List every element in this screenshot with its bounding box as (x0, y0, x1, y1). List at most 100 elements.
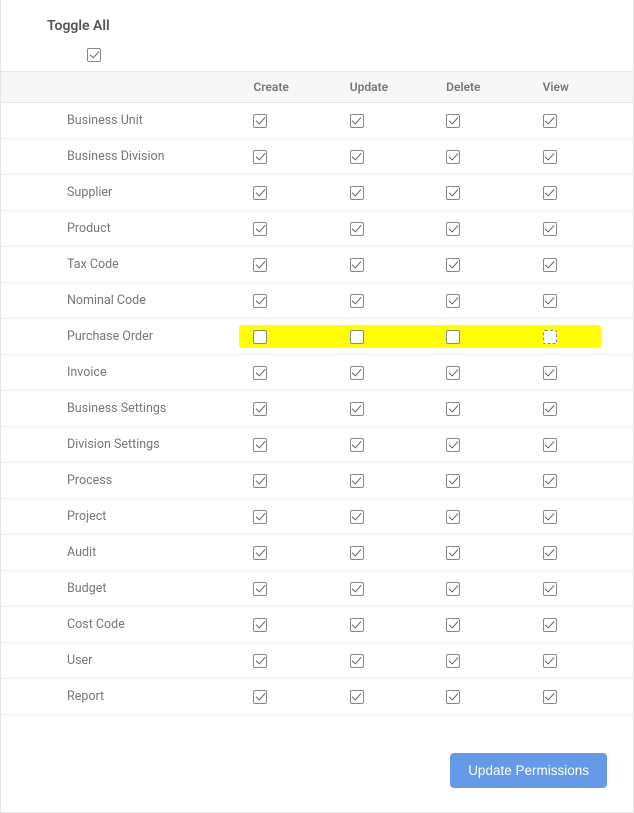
permission-checkbox[interactable] (253, 294, 267, 308)
permission-checkbox[interactable] (350, 150, 364, 164)
permission-checkbox[interactable] (543, 258, 557, 272)
table-row: Supplier (1, 175, 633, 211)
permission-checkbox[interactable] (253, 186, 267, 200)
permission-checkbox[interactable] (350, 474, 364, 488)
permissions-table: Create Update Delete View Business UnitB… (1, 71, 633, 715)
perm-cell (440, 427, 536, 463)
table-row: Tax Code (1, 247, 633, 283)
permission-checkbox[interactable] (543, 438, 557, 452)
perm-cell (344, 427, 440, 463)
permission-checkbox[interactable] (446, 258, 460, 272)
permission-checkbox[interactable] (446, 330, 460, 344)
perm-cell (537, 211, 633, 247)
permission-checkbox[interactable] (446, 150, 460, 164)
permission-checkbox[interactable] (543, 618, 557, 632)
perm-cell (247, 679, 343, 715)
permission-checkbox[interactable] (446, 114, 460, 128)
table-row: Nominal Code (1, 283, 633, 319)
permission-checkbox[interactable] (543, 366, 557, 380)
permission-checkbox[interactable] (253, 438, 267, 452)
update-permissions-button[interactable]: Update Permissions (450, 753, 607, 788)
permission-checkbox[interactable] (253, 330, 267, 344)
permission-checkbox[interactable] (253, 474, 267, 488)
permission-checkbox[interactable] (350, 654, 364, 668)
permission-checkbox[interactable] (253, 618, 267, 632)
permission-checkbox[interactable] (350, 330, 364, 344)
permission-checkbox[interactable] (253, 654, 267, 668)
permission-checkbox[interactable] (446, 582, 460, 596)
permission-checkbox[interactable] (543, 402, 557, 416)
perm-cell (537, 283, 633, 319)
permission-checkbox[interactable] (350, 222, 364, 236)
permission-checkbox[interactable] (253, 150, 267, 164)
permission-checkbox[interactable] (350, 438, 364, 452)
perm-cell (247, 427, 343, 463)
permission-checkbox[interactable] (543, 150, 557, 164)
permission-checkbox[interactable] (543, 690, 557, 704)
permission-checkbox[interactable] (350, 258, 364, 272)
table-body: Business UnitBusiness DivisionSupplierPr… (1, 103, 633, 715)
permission-checkbox[interactable] (253, 258, 267, 272)
permission-checkbox[interactable] (543, 474, 557, 488)
permission-checkbox[interactable] (253, 366, 267, 380)
row-name: Nominal Code (1, 283, 247, 319)
permission-checkbox[interactable] (446, 294, 460, 308)
permission-checkbox[interactable] (350, 510, 364, 524)
permission-checkbox[interactable] (446, 438, 460, 452)
permission-checkbox[interactable] (543, 582, 557, 596)
permission-checkbox[interactable] (350, 690, 364, 704)
permission-checkbox[interactable] (253, 114, 267, 128)
permission-checkbox[interactable] (446, 222, 460, 236)
permission-checkbox[interactable] (446, 654, 460, 668)
permission-checkbox[interactable] (543, 546, 557, 560)
toggle-all-checkbox[interactable] (87, 48, 101, 62)
permission-checkbox[interactable] (446, 474, 460, 488)
col-create: Create (247, 72, 343, 103)
perm-cell (440, 391, 536, 427)
perm-cell (537, 463, 633, 499)
permission-checkbox[interactable] (543, 654, 557, 668)
perm-cell (537, 247, 633, 283)
permission-checkbox[interactable] (446, 546, 460, 560)
row-name: Business Settings (1, 391, 247, 427)
table-row: Budget (1, 571, 633, 607)
table-header-row: Create Update Delete View (1, 72, 633, 103)
permission-checkbox[interactable] (543, 186, 557, 200)
permission-checkbox[interactable] (446, 186, 460, 200)
permission-checkbox[interactable] (446, 402, 460, 416)
permission-checkbox[interactable] (446, 510, 460, 524)
permission-checkbox[interactable] (543, 222, 557, 236)
permission-checkbox[interactable] (350, 582, 364, 596)
permission-checkbox[interactable] (253, 690, 267, 704)
perm-cell (537, 391, 633, 427)
permission-checkbox[interactable] (446, 690, 460, 704)
perm-cell (344, 319, 440, 355)
perm-cell (344, 211, 440, 247)
permission-checkbox[interactable] (350, 294, 364, 308)
row-name: Supplier (1, 175, 247, 211)
permission-checkbox[interactable] (253, 222, 267, 236)
permission-checkbox[interactable] (543, 294, 557, 308)
permission-checkbox[interactable] (543, 114, 557, 128)
permission-checkbox[interactable] (253, 402, 267, 416)
permission-checkbox[interactable] (543, 510, 557, 524)
table-row: Invoice (1, 355, 633, 391)
perm-cell (344, 571, 440, 607)
permission-checkbox[interactable] (350, 402, 364, 416)
permission-checkbox[interactable] (253, 546, 267, 560)
permission-checkbox[interactable] (446, 366, 460, 380)
permission-checkbox[interactable] (350, 546, 364, 560)
table-row: Process (1, 463, 633, 499)
permission-checkbox[interactable] (446, 618, 460, 632)
permission-checkbox[interactable] (350, 186, 364, 200)
permission-checkbox[interactable] (350, 114, 364, 128)
permission-checkbox[interactable] (253, 582, 267, 596)
perm-cell (440, 679, 536, 715)
permission-checkbox[interactable] (350, 618, 364, 632)
permission-checkbox[interactable] (543, 330, 557, 344)
perm-cell (440, 499, 536, 535)
permission-checkbox[interactable] (253, 510, 267, 524)
perm-cell (344, 355, 440, 391)
permission-checkbox[interactable] (350, 366, 364, 380)
table-row: Purchase Order (1, 319, 633, 355)
